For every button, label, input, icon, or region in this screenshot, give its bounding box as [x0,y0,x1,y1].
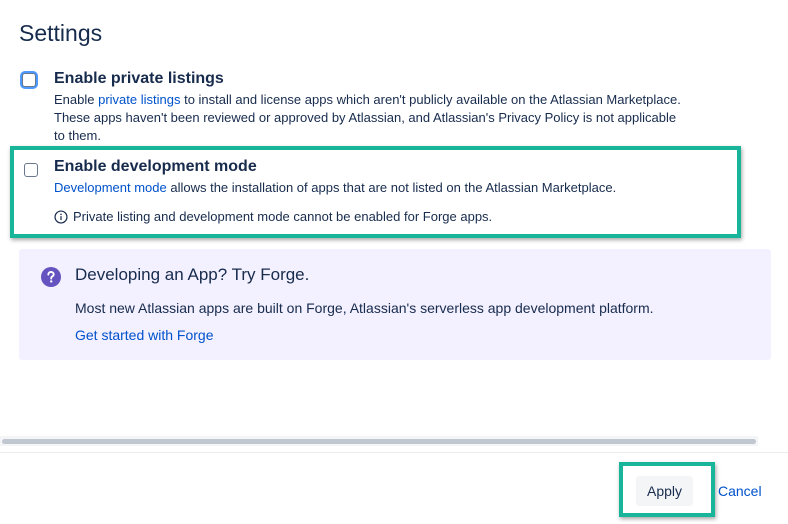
development-mode-link[interactable]: Development mode [54,180,167,195]
forge-restriction-text: Private listing and development mode can… [73,209,493,224]
question-circle-icon [41,267,61,287]
horizontal-scrollbar[interactable] [0,436,758,446]
get-started-forge-link[interactable]: Get started with Forge [75,327,214,343]
cancel-button[interactable]: Cancel [716,476,764,506]
development-mode-checkbox[interactable] [24,163,38,177]
settings-page: Settings Enable private listings Enable … [0,0,788,524]
page-title: Settings [19,20,103,46]
desc-line2: These apps haven't been reviewed or appr… [54,110,677,125]
desc-line3: to them. [54,128,101,143]
footer-divider [0,452,788,453]
private-listings-checkbox[interactable] [22,73,36,87]
desc-line1-suffix: to install and license apps which aren't… [180,92,681,107]
desc-prefix: Enable [54,92,99,107]
scrollbar-thumb[interactable] [2,439,756,444]
private-listings-label[interactable]: Enable private listings [54,70,224,88]
dev-desc-suffix: allows the installation of apps that are… [166,180,617,195]
forge-panel-description: Most new Atlassian apps are built on For… [75,300,654,316]
info-icon [54,209,68,224]
forge-restriction-note: Private listing and development mode can… [54,209,492,224]
forge-panel-title: Developing an App? Try Forge. [75,265,310,284]
private-listings-link[interactable]: private listings [98,92,180,107]
development-mode-description: Development mode allows the installation… [54,179,744,197]
apply-button[interactable]: Apply [636,476,693,506]
forge-promo-panel: Developing an App? Try Forge. Most new A… [19,249,771,360]
development-mode-label[interactable]: Enable development mode [54,158,257,176]
private-listings-description: Enable private listings to install and l… [54,91,744,145]
